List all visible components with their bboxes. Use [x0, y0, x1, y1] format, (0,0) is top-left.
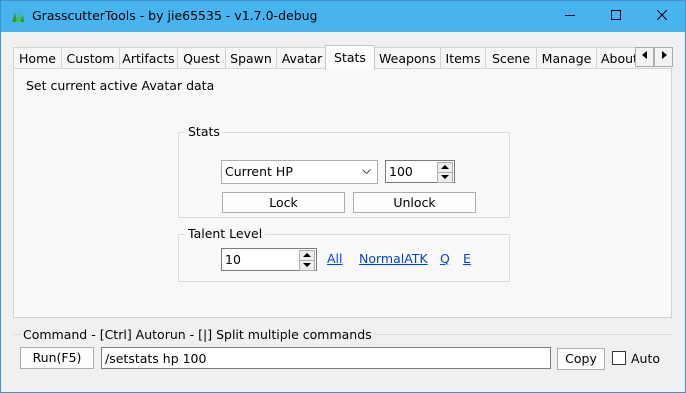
tab-strip: Home Custom Artifacts Quest Spawn Avatar… — [13, 45, 673, 70]
command-input[interactable]: /setstats hp 100 — [101, 347, 551, 369]
stats-group-title: Stats — [185, 124, 223, 139]
app-logo-icon — [12, 10, 24, 22]
maximize-button[interactable] — [593, 1, 639, 32]
auto-label: Auto — [631, 351, 661, 366]
talent-level-groupbox: Talent Level 10 All NormalATK Q E — [178, 226, 510, 282]
tab-about[interactable]: About — [596, 47, 638, 69]
tab-scroll-left-button[interactable] — [635, 47, 654, 67]
app-window: GrasscutterTools - by jie65535 - v1.7.0-… — [0, 0, 686, 393]
tab-scene[interactable]: Scene — [485, 47, 537, 69]
tab-avatar[interactable]: Avatar — [276, 47, 328, 69]
spin-down-icon — [303, 263, 311, 267]
close-button[interactable] — [639, 1, 685, 32]
stat-value-decrement[interactable] — [437, 172, 453, 183]
panel-description: Set current active Avatar data — [26, 78, 215, 93]
tab-manage[interactable]: Manage — [536, 47, 597, 69]
stats-groupbox: Stats Current HP 100 Lock Unlock — [178, 124, 510, 218]
arrow-left-icon — [641, 51, 647, 59]
tab-custom[interactable]: Custom — [61, 47, 120, 69]
window-title: GrasscutterTools - by jie65535 - v1.7.0-… — [32, 8, 318, 23]
auto-checkbox[interactable] — [612, 351, 626, 365]
stat-value-input[interactable]: 100 — [385, 160, 455, 183]
tab-quest[interactable]: Quest — [177, 47, 226, 69]
talent-all-link[interactable]: All — [327, 251, 343, 266]
stat-type-select[interactable]: Current HP — [221, 160, 378, 184]
minimize-button[interactable] — [547, 1, 593, 32]
talent-level-decrement[interactable] — [299, 260, 315, 271]
spin-up-icon — [441, 165, 449, 169]
command-group-title: Command - [Ctrl] Autorun - [|] Split mul… — [21, 327, 374, 342]
talent-normal-attack-link[interactable]: NormalATK — [359, 251, 428, 266]
tab-spawn[interactable]: Spawn — [225, 47, 277, 69]
talent-level-text: 10 — [225, 252, 241, 267]
maximize-icon — [611, 10, 621, 20]
tab-artifacts[interactable]: Artifacts — [119, 47, 178, 69]
stat-value-text: 100 — [389, 164, 413, 179]
unlock-button[interactable]: Unlock — [353, 192, 476, 213]
talent-level-input[interactable]: 10 — [221, 248, 317, 271]
arrow-right-icon — [661, 51, 667, 59]
command-text: /setstats hp 100 — [105, 351, 207, 366]
lock-button[interactable]: Lock — [222, 192, 345, 213]
tab-items[interactable]: Items — [440, 47, 486, 69]
spin-up-icon — [303, 253, 311, 257]
run-button[interactable]: Run(F5) — [20, 347, 94, 369]
minimize-icon — [565, 15, 575, 16]
tab-weapons[interactable]: Weapons — [374, 47, 441, 69]
stats-tab-panel: Set current active Avatar data Stats Cur… — [13, 68, 672, 318]
copy-button[interactable]: Copy — [557, 348, 605, 370]
talent-e-link[interactable]: E — [463, 251, 471, 266]
stat-type-value: Current HP — [225, 164, 293, 179]
talent-q-link[interactable]: Q — [440, 251, 450, 266]
chevron-down-icon — [362, 169, 371, 175]
spin-down-icon — [441, 175, 449, 179]
close-icon — [656, 9, 668, 21]
tab-stats[interactable]: Stats — [325, 45, 375, 70]
title-bar[interactable]: GrasscutterTools - by jie65535 - v1.7.0-… — [1, 1, 685, 32]
tab-home[interactable]: Home — [13, 47, 62, 69]
talent-group-title: Talent Level — [185, 226, 266, 241]
tab-scroll-right-button[interactable] — [654, 47, 673, 67]
